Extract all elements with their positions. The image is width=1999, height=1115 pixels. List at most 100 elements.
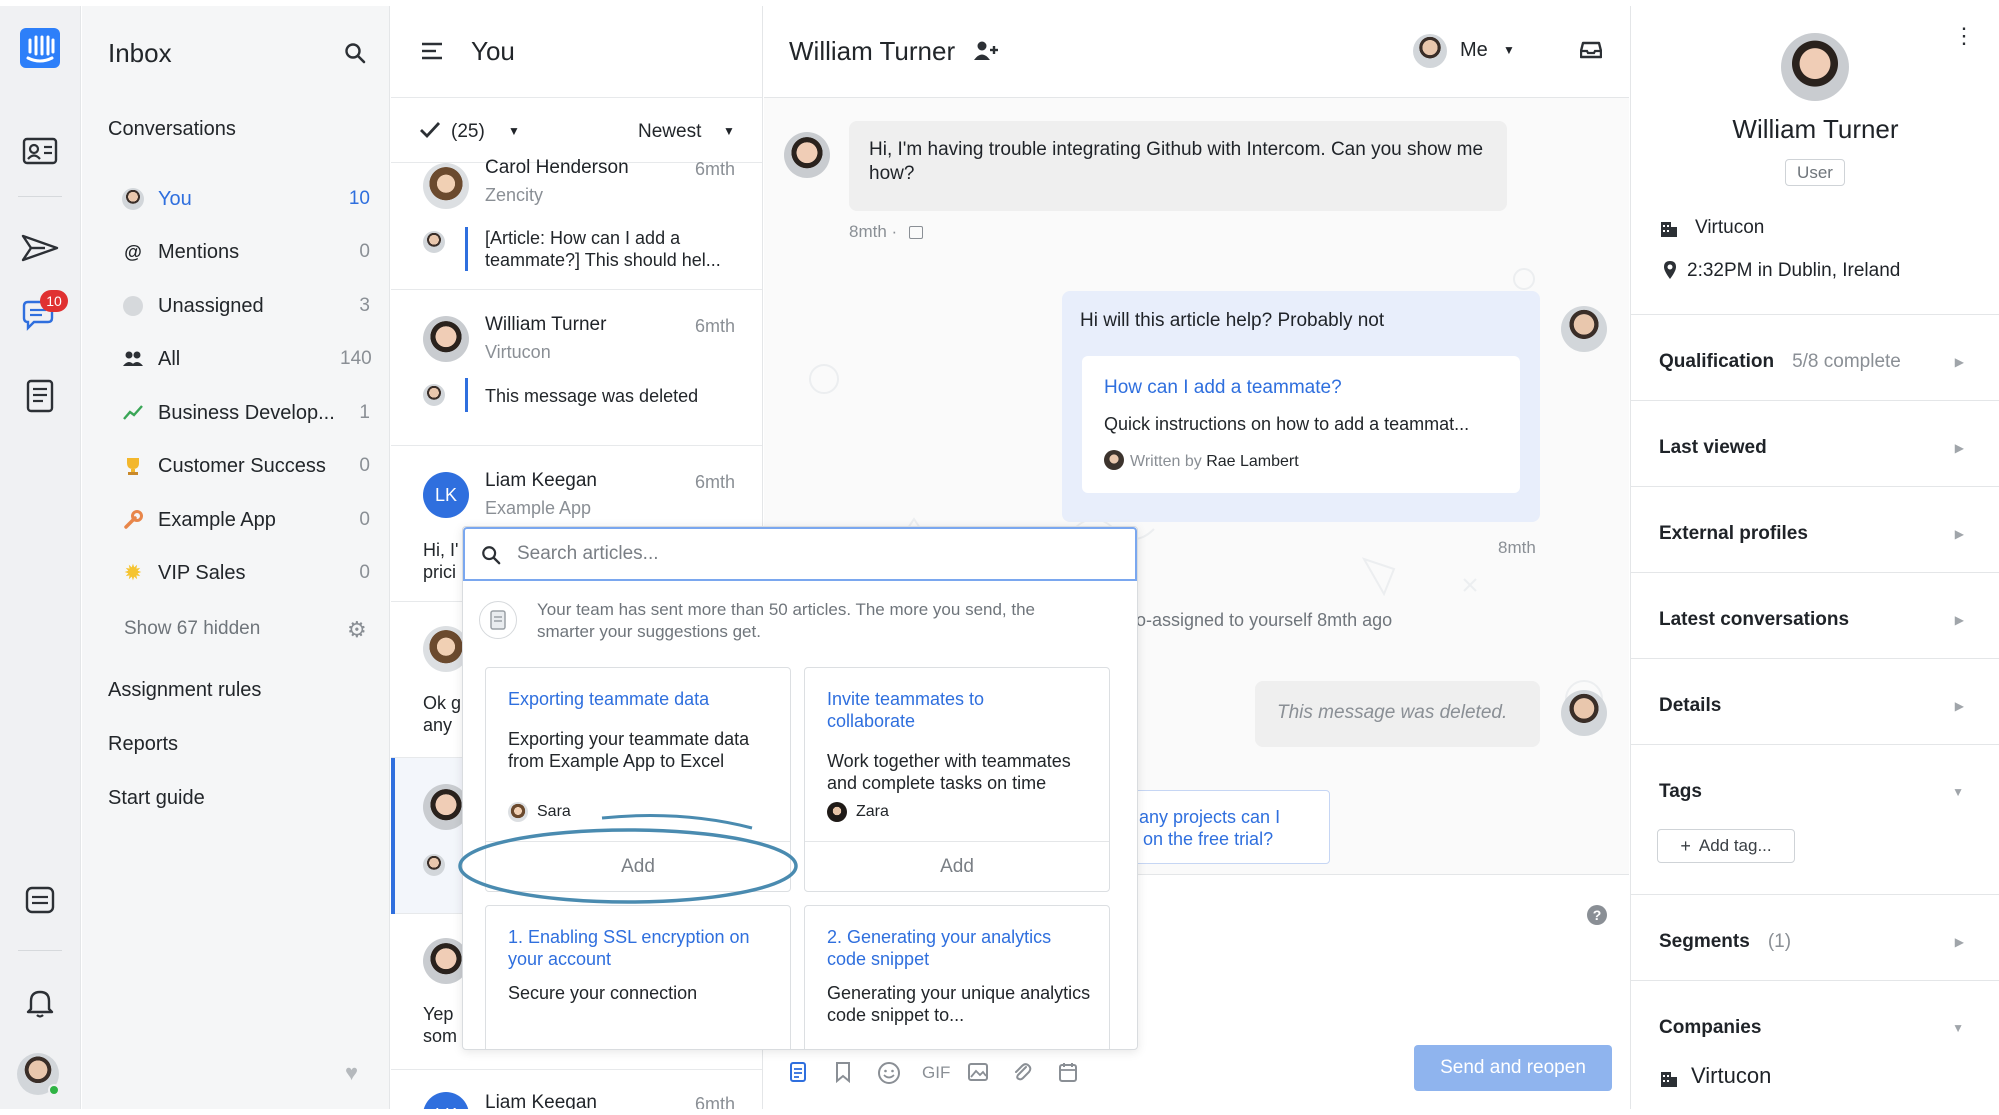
section-tags[interactable]: Tags ▼ + Add tag... — [1631, 744, 1999, 894]
conversation-count-filter[interactable]: (25) — [451, 121, 485, 143]
intercom-logo-icon[interactable] — [20, 28, 60, 68]
company-building-icon — [1659, 1067, 1679, 1094]
assignment-rules-link[interactable]: Assignment rules — [108, 679, 261, 702]
sidebar-item-customer-success[interactable]: Customer Success 0 — [120, 446, 370, 486]
contact-name: William Turner — [485, 314, 607, 335]
conversation-time: 6mth — [694, 472, 735, 492]
conversation-preview: Ok g — [423, 693, 462, 713]
more-options-icon[interactable]: ⋮ — [1953, 25, 1975, 47]
section-latest-conversations[interactable]: Latest conversations ▶ — [1631, 572, 1999, 658]
list-header: You — [391, 6, 762, 98]
show-hidden-link[interactable]: Show 67 hidden — [124, 618, 260, 640]
conversation-time: 6mth — [694, 316, 735, 336]
at-icon: @ — [124, 241, 142, 262]
heart-icon[interactable]: ♥ — [345, 1060, 358, 1086]
conversation-item[interactable]: LK Liam Keegan 6mth — [391, 1070, 762, 1109]
author-name: Zara — [856, 803, 889, 820]
contact-details-panel: ⋮ William Turner User Virtucon 2:32PM in… — [1630, 6, 1999, 1109]
article-suggestion-card[interactable]: Invite teammates to collaborate Work tog… — [804, 667, 1110, 892]
contact-avatar — [423, 316, 469, 362]
conversation-preview: any — [423, 715, 453, 735]
sidebar-search-icon[interactable] — [344, 42, 366, 69]
message-timestamp: 8mth · — [849, 222, 898, 241]
assignee-avatar — [423, 384, 445, 406]
article-card-title[interactable]: 2. Generating your analytics code snippe… — [827, 926, 1095, 970]
article-card-title[interactable]: Exporting teammate data — [508, 688, 776, 710]
assignee-avatar[interactable] — [1413, 34, 1447, 68]
count-dropdown-chevron-icon[interactable]: ▼ — [508, 124, 520, 138]
section-qualification[interactable]: Qualification 5/8 complete ▶ — [1631, 314, 1999, 400]
sidebar-item-you[interactable]: You 10 — [120, 179, 370, 219]
calendar-icon[interactable] — [1058, 1061, 1078, 1088]
add-article-button[interactable]: Add — [805, 841, 1109, 891]
select-all-check-icon[interactable] — [419, 121, 441, 144]
insert-article-icon[interactable] — [789, 1061, 807, 1088]
suggested-question-chip[interactable]: any projects can I on the free trial? — [1124, 790, 1330, 864]
articles-icon[interactable] — [20, 376, 60, 416]
section-external-profiles[interactable]: External profiles ▶ — [1631, 486, 1999, 572]
section-title: Companies — [1659, 1017, 1762, 1038]
chevron-right-icon: ▶ — [1954, 613, 1964, 627]
article-suggestion-card[interactable]: 1. Enabling SSL encryption on your accou… — [485, 905, 791, 1049]
sidebar-item-all[interactable]: All 140 — [120, 339, 372, 379]
sidebar-item-label: Mentions — [158, 240, 240, 263]
section-details[interactable]: Details ▶ — [1631, 658, 1999, 744]
close-conversation-icon[interactable] — [1579, 40, 1603, 65]
app-rail: 10 — [0, 6, 81, 1109]
contacts-icon[interactable] — [20, 131, 60, 171]
company-name[interactable]: Virtucon — [1691, 1063, 1771, 1089]
conversation-preview: som — [423, 1026, 458, 1046]
messenger-settings-icon[interactable] — [20, 880, 60, 920]
article-suggestion-card[interactable]: 2. Generating your analytics code snippe… — [804, 905, 1110, 1049]
saved-reply-bookmark-icon[interactable] — [835, 1061, 851, 1088]
contact-name: Carol Henderson — [485, 157, 629, 178]
written-by-label: Written by — [1130, 453, 1202, 470]
inbox-settings-gear-icon[interactable]: ⚙ — [347, 617, 367, 643]
sort-dropdown[interactable]: Newest — [638, 121, 701, 143]
sidebar-item-unassigned[interactable]: Unassigned 3 — [120, 286, 370, 326]
sidebar-item-vip-sales[interactable]: ✹ VIP Sales 0 — [120, 553, 370, 593]
add-participant-icon[interactable] — [973, 40, 999, 67]
outbound-send-icon[interactable] — [20, 228, 60, 268]
menu-hamburger-icon[interactable] — [421, 42, 443, 65]
sidebar-item-label: You — [158, 187, 192, 210]
sidebar-item-example-app[interactable]: Example App 0 — [120, 500, 370, 540]
article-search-field[interactable]: Search articles... — [463, 527, 1137, 581]
article-card-title[interactable]: 1. Enabling SSL encryption on your accou… — [508, 926, 776, 970]
emoji-icon[interactable] — [877, 1061, 901, 1090]
notifications-bell-icon[interactable] — [20, 983, 60, 1023]
conversation-item[interactable]: William Turner 6mth Virtucon This messag… — [391, 290, 762, 446]
gif-icon[interactable]: GIF — [922, 1063, 950, 1083]
add-tag-button[interactable]: + Add tag... — [1657, 829, 1795, 863]
assignee-chevron-icon[interactable]: ▼ — [1503, 43, 1515, 57]
send-and-reopen-button[interactable]: Send and reopen — [1414, 1045, 1612, 1091]
incoming-message: Hi, I'm having trouble integrating Githu… — [849, 121, 1507, 211]
sidebar-item-mentions[interactable]: @ Mentions 0 — [120, 232, 370, 272]
article-card[interactable]: How can I add a teammate? Quick instruct… — [1082, 356, 1520, 493]
rail-divider — [18, 950, 62, 951]
annotation-circle — [458, 814, 798, 904]
contact-avatar: LK — [423, 472, 469, 518]
section-segments[interactable]: Segments (1) ▶ — [1631, 894, 1999, 980]
article-card-title[interactable]: Invite teammates to collaborate — [827, 688, 1027, 732]
article-card-description: Exporting your teammate data from Exampl… — [508, 729, 750, 771]
image-icon[interactable] — [967, 1062, 989, 1087]
contact-company[interactable]: Virtucon — [1695, 217, 1764, 239]
article-title[interactable]: How can I add a teammate? — [1104, 376, 1342, 400]
conversation-item[interactable]: Carol Henderson 6mth Zencity [Article: H… — [391, 157, 762, 290]
help-icon-glyph: ? — [1592, 907, 1602, 923]
sidebar-item-business-development[interactable]: Business Develop... 1 — [120, 393, 370, 433]
chart-icon — [120, 400, 146, 426]
sidebar-item-count: 140 — [340, 348, 372, 369]
assignee-dropdown[interactable]: Me — [1460, 39, 1488, 62]
section-last-viewed[interactable]: Last viewed ▶ — [1631, 400, 1999, 486]
help-icon[interactable]: ? — [1587, 905, 1607, 925]
reports-link[interactable]: Reports — [108, 733, 178, 756]
attachment-paperclip-icon[interactable] — [1012, 1061, 1032, 1088]
section-companies[interactable]: Companies ▼ Virtucon — [1631, 980, 1999, 1109]
article-card-description: Work together with teammates and complet… — [827, 751, 1071, 793]
inbox-chat-icon[interactable]: 10 — [20, 290, 68, 336]
wrench-icon — [120, 507, 146, 533]
sort-chevron-icon[interactable]: ▼ — [723, 124, 735, 138]
start-guide-link[interactable]: Start guide — [108, 787, 205, 810]
